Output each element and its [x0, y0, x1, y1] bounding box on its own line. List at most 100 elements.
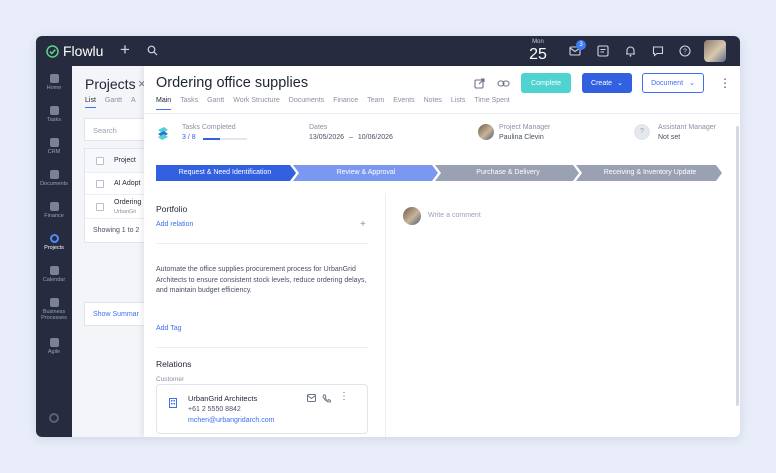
portfolio-title: Portfolio: [156, 204, 188, 214]
section-divider: [156, 347, 368, 348]
column-header-project[interactable]: Project: [114, 157, 136, 164]
relations-title: Relations: [156, 359, 192, 369]
notification-badge: 3: [576, 40, 586, 50]
tasks-completed-icon: [158, 127, 168, 140]
tab-time-spent[interactable]: Time Spent: [474, 97, 510, 110]
project-tabs: Main Tasks Gantt Work Structure Document…: [156, 97, 510, 110]
calendar-icon: [49, 266, 59, 275]
customer-phone[interactable]: +61 2 5550 8842: [188, 406, 241, 413]
select-all-checkbox[interactable]: [96, 157, 104, 165]
project-manager-value[interactable]: Paulina Clevin: [499, 134, 544, 141]
sidebar-item-finance[interactable]: Finance: [36, 202, 72, 219]
tab-documents[interactable]: Documents: [289, 97, 324, 110]
column-divider: [385, 193, 386, 437]
tab-events[interactable]: Events: [393, 97, 414, 110]
create-button-label: Create: [591, 79, 613, 87]
project-name[interactable]: Ordering: [114, 199, 141, 206]
stage-label: Review & Approval: [336, 169, 396, 176]
tab-gantt[interactable]: Gantt: [207, 97, 224, 110]
customer-email[interactable]: mchen@urbangridarch.com: [188, 417, 274, 424]
complete-button[interactable]: Complete: [521, 73, 571, 93]
tab-team[interactable]: Team: [367, 97, 384, 110]
project-description[interactable]: Automate the office supplies procurement…: [156, 265, 376, 297]
chevron-down-icon: ⌄: [689, 80, 695, 87]
top-bar: Flowlu + Mon 25 3 ?: [36, 36, 740, 66]
phone-icon[interactable]: [322, 394, 331, 403]
tabs-divider: [144, 113, 740, 114]
sidebar: Home Tasks CRM Documents Finance Project…: [36, 66, 72, 437]
tab-list[interactable]: List: [85, 97, 96, 108]
sidebar-item-business-processes[interactable]: Business Processes: [36, 298, 72, 321]
email-icon[interactable]: [307, 394, 316, 402]
help-icon[interactable]: ?: [679, 45, 691, 57]
tasks-progress-bar: [203, 138, 247, 140]
sidebar-item-agile[interactable]: Agile: [36, 338, 72, 355]
row-checkbox[interactable]: [96, 180, 104, 188]
sidebar-item-home[interactable]: Home: [36, 74, 72, 91]
add-icon[interactable]: +: [120, 41, 130, 59]
section-divider: [156, 243, 368, 244]
logo-check-icon: [46, 44, 59, 58]
crm-icon: [49, 138, 59, 147]
create-button[interactable]: Create ⌄: [582, 73, 632, 93]
sidebar-item-tasks[interactable]: Tasks: [36, 106, 72, 123]
customer-card[interactable]: UrbanGrid Architects +61 2 5550 8842 mch…: [156, 384, 368, 434]
sidebar-item-crm[interactable]: CRM: [36, 138, 72, 155]
add-relation-link[interactable]: Add relation: [156, 221, 193, 228]
sidebar-item-projects[interactable]: Projects: [36, 234, 72, 251]
agile-icon: [49, 338, 59, 347]
comment-input[interactable]: Write a comment: [428, 212, 481, 219]
assistant-manager-avatar: ?: [634, 124, 650, 140]
tab-lists[interactable]: Lists: [451, 97, 465, 110]
assistant-manager-value[interactable]: Not set: [658, 134, 680, 141]
stage-label: Receiving & Inventory Update: [603, 169, 697, 176]
sidebar-item-label: Tasks: [46, 117, 62, 123]
document-button[interactable]: Document ⌄: [642, 73, 704, 93]
tab-gantt[interactable]: Gantt: [105, 97, 122, 104]
tab-notes[interactable]: Notes: [424, 97, 442, 110]
more-options-icon[interactable]: ⋮: [339, 391, 349, 402]
projects-icon: [49, 234, 59, 243]
svg-text:?: ?: [683, 48, 687, 55]
tab-tasks[interactable]: Tasks: [180, 97, 198, 110]
user-avatar[interactable]: [704, 40, 726, 62]
home-icon: [49, 74, 59, 83]
flowlu-logo-icon[interactable]: [49, 413, 59, 423]
building-icon: [169, 398, 177, 408]
tab-more[interactable]: A: [131, 97, 136, 104]
app-logo[interactable]: Flowlu: [46, 43, 103, 59]
chevron-down-icon: ⌄: [617, 80, 623, 87]
chat-icon[interactable]: [652, 45, 664, 57]
tab-work-structure[interactable]: Work Structure: [233, 97, 280, 110]
tasks-icon: [49, 106, 59, 115]
customer-label: Customer: [156, 376, 185, 383]
project-manager-label: Project Manager: [499, 124, 551, 131]
stage-label: Purchase & Delivery: [476, 169, 540, 176]
add-portfolio-icon[interactable]: +: [360, 219, 366, 230]
tasks-completed-label: Tasks Completed: [182, 124, 236, 131]
sidebar-item-documents[interactable]: Documents: [36, 170, 72, 187]
add-tag-link[interactable]: Add Tag: [156, 325, 182, 332]
date-day: 25: [529, 46, 547, 63]
scrollbar[interactable]: [736, 126, 739, 406]
sidebar-item-label: Finance: [44, 213, 64, 219]
sidebar-item-label: Business Processes: [41, 309, 67, 321]
open-external-icon[interactable]: [474, 78, 485, 89]
sidebar-item-calendar[interactable]: Calendar: [36, 266, 72, 283]
link-icon[interactable]: [497, 78, 510, 89]
project-customer: UrbanGri: [114, 209, 137, 215]
search-icon[interactable]: [147, 45, 158, 56]
dates-label: Dates: [309, 124, 328, 131]
bell-icon[interactable]: [625, 45, 636, 57]
more-options-icon[interactable]: ⋮: [719, 76, 731, 90]
finance-icon: [49, 202, 59, 211]
calendar-date[interactable]: Mon 25: [527, 39, 549, 63]
notes-icon[interactable]: [597, 45, 609, 57]
tab-main[interactable]: Main: [156, 97, 172, 110]
customer-name[interactable]: UrbanGrid Architects: [188, 394, 257, 403]
app-window: Flowlu + Mon 25 3 ? Home Tasks CRM Docum…: [36, 36, 740, 437]
tab-finance[interactable]: Finance: [333, 97, 358, 110]
document-button-label: Document: [651, 79, 684, 87]
row-checkbox[interactable]: [96, 203, 104, 211]
project-name[interactable]: AI Adopt: [114, 180, 140, 187]
